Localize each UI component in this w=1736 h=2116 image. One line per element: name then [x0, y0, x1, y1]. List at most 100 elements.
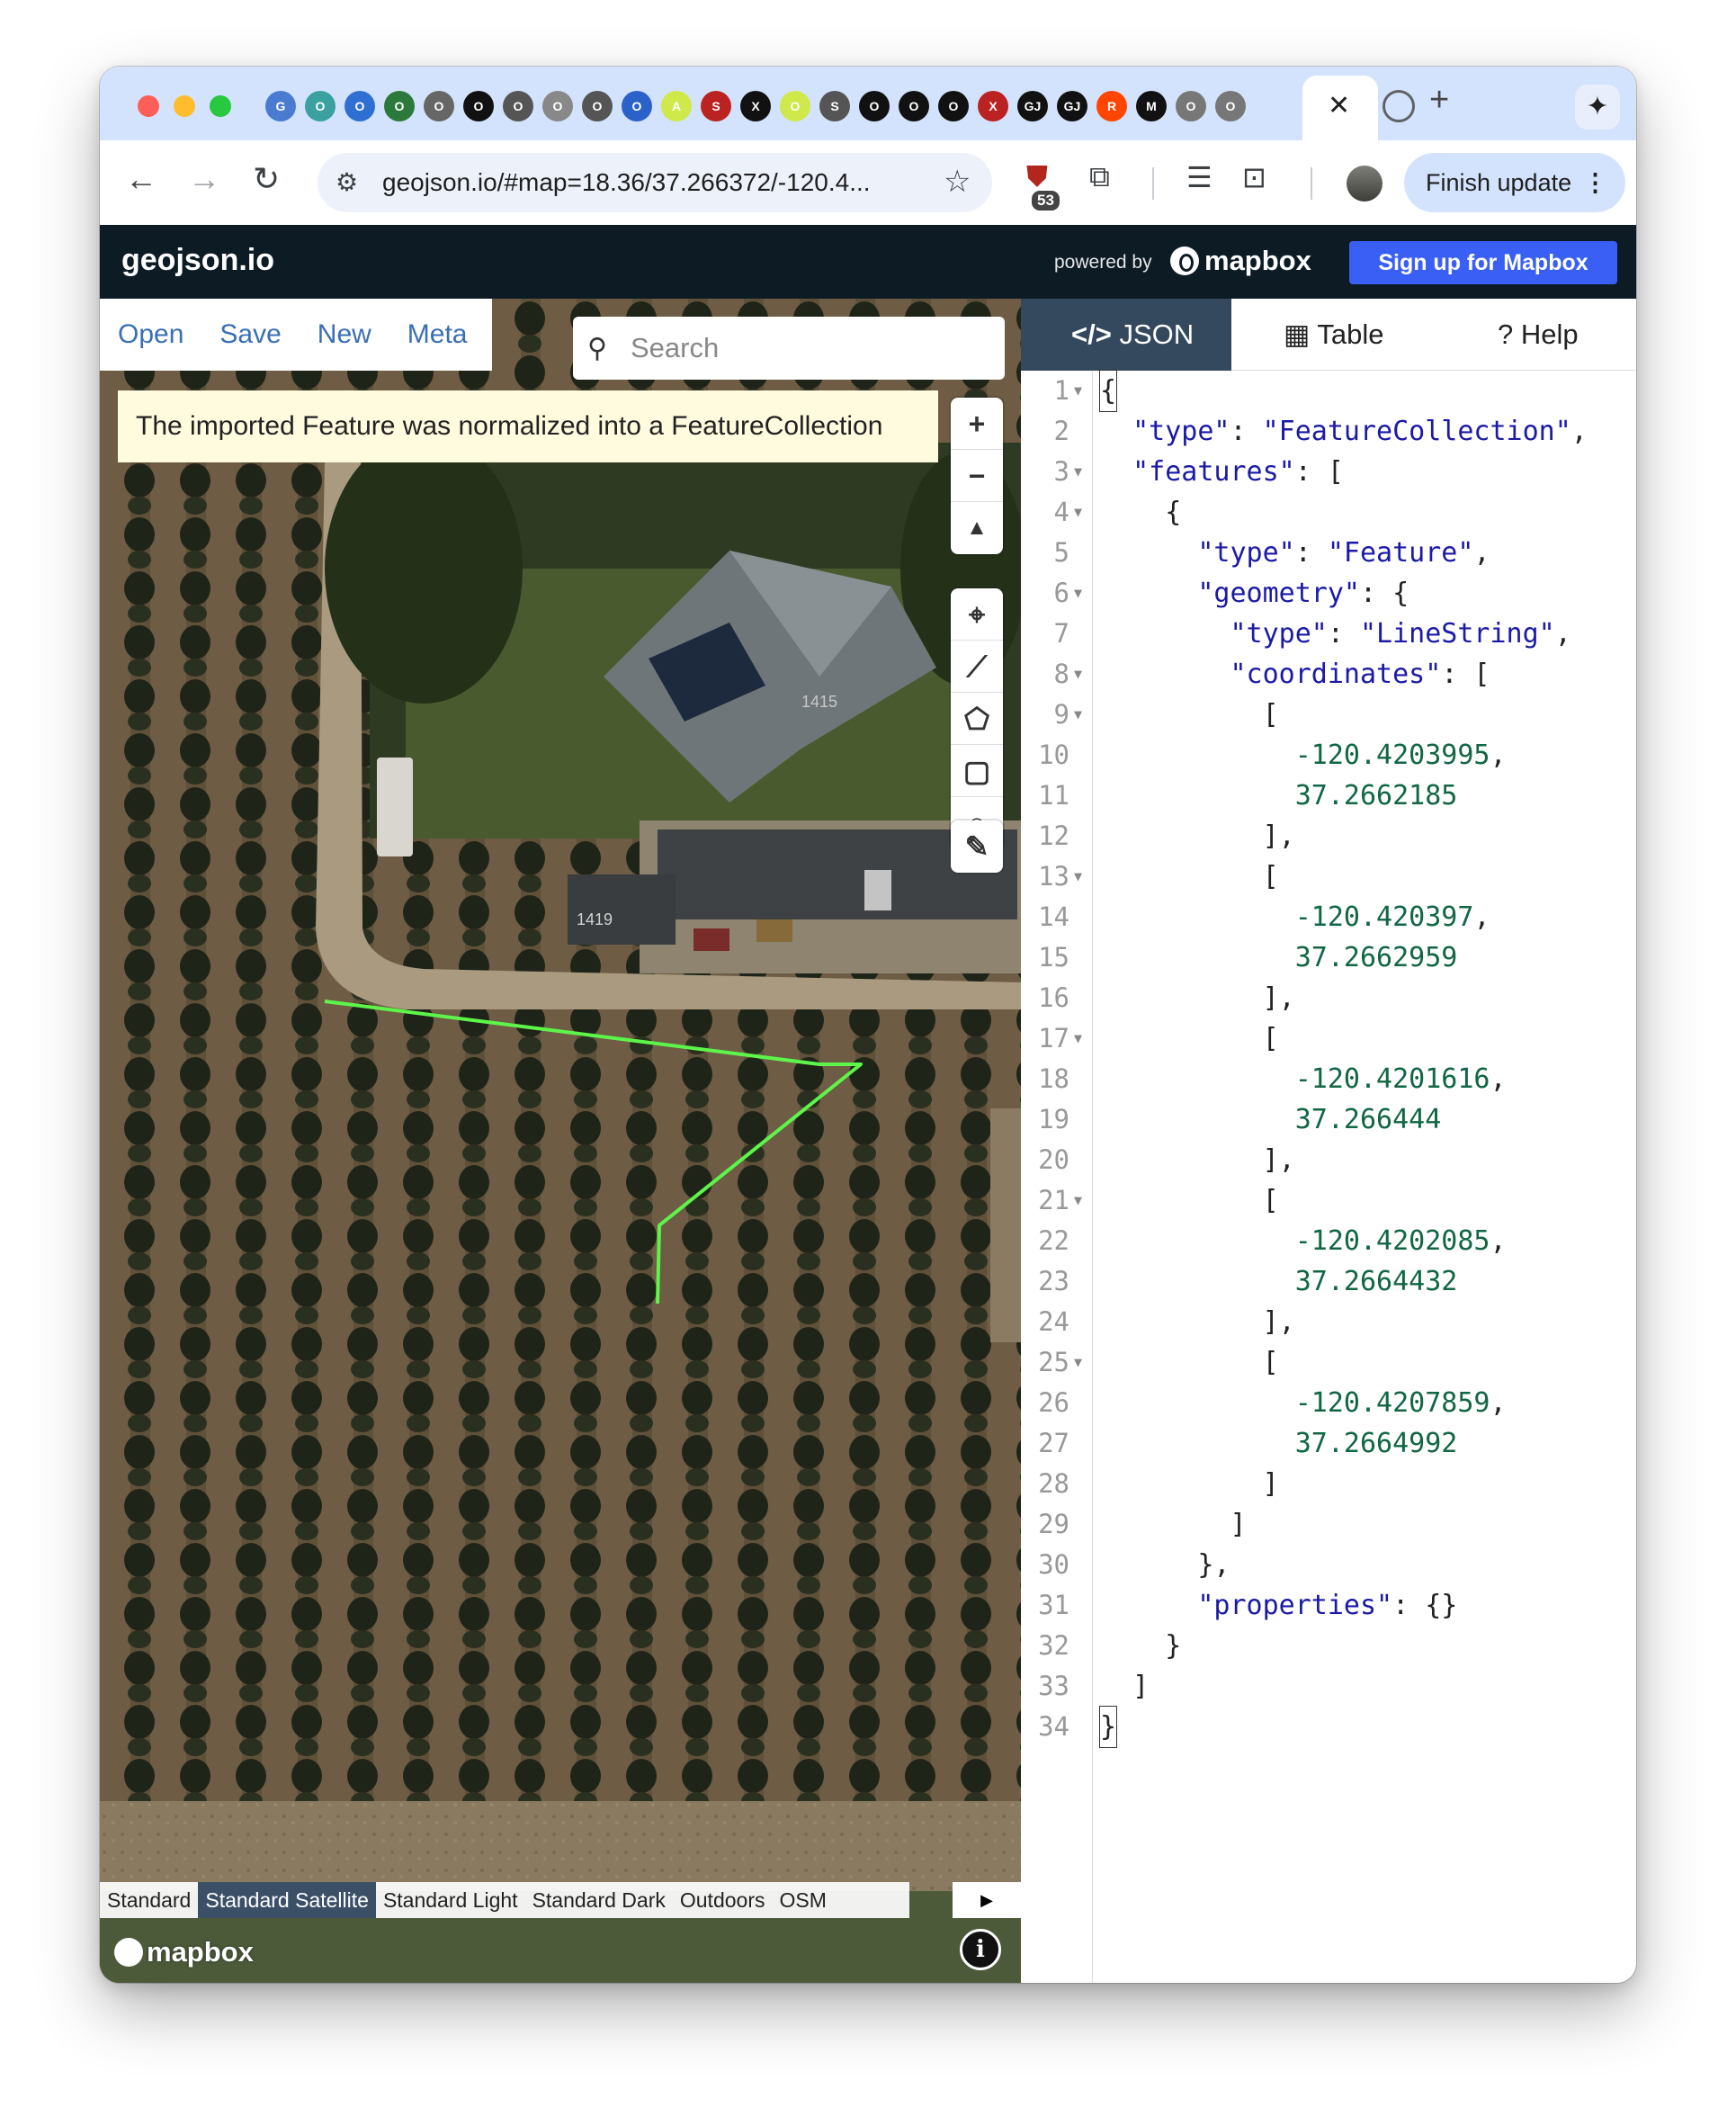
pinned-tab-favicon[interactable]: O	[899, 91, 929, 121]
pinned-tab-favicon[interactable]: S	[819, 91, 850, 121]
code-line[interactable]: 3 ▼ "features": [	[1021, 452, 1636, 492]
fold-toggle-icon[interactable]: ▼	[1074, 573, 1082, 614]
pinned-tab-favicon[interactable]: M	[1136, 91, 1167, 121]
pinned-tab-favicon[interactable]: O	[582, 91, 613, 121]
code-line[interactable]: 34}	[1021, 1706, 1636, 1748]
fold-toggle-icon[interactable]: ▼	[1074, 1180, 1082, 1221]
url-text[interactable]: geojson.io/#map=18.36/37.266372/-120.4..…	[382, 168, 871, 197]
zoom-in-button[interactable]: +	[951, 398, 1003, 450]
finish-update-button[interactable]: Finish update ⋮	[1404, 153, 1625, 212]
site-settings-icon[interactable]: ⚙	[336, 167, 358, 197]
search-input[interactable]	[631, 326, 990, 371]
code-line[interactable]: 19 37.266444	[1021, 1099, 1636, 1140]
code-line[interactable]: 29 ]	[1021, 1504, 1636, 1545]
pinned-tab-favicon[interactable]: O	[542, 91, 573, 121]
pinned-tab-favicon[interactable]: A	[661, 91, 692, 121]
map-style-option[interactable]: Standard Dark	[525, 1882, 673, 1918]
active-tab[interactable]: ✕	[1302, 76, 1378, 140]
pinned-tab-favicon[interactable]: O	[463, 91, 494, 121]
pinned-tab-favicon[interactable]: O	[424, 91, 454, 121]
code-line[interactable]: 31 "properties": {}	[1021, 1585, 1636, 1626]
gemini-icon[interactable]: ✦	[1575, 85, 1620, 130]
code-line[interactable]: 21 ▼ [	[1021, 1180, 1636, 1221]
pinned-tab-favicon[interactable]: O	[345, 91, 375, 121]
profile-avatar[interactable]	[1347, 166, 1383, 202]
code-line[interactable]: 33 ]	[1021, 1666, 1636, 1707]
draw-rectangle-icon[interactable]: ▢	[951, 745, 1003, 797]
code-line[interactable]: 26 -120.4207859,	[1021, 1383, 1636, 1423]
map-canvas[interactable]: 1415 1419 Open Save New Meta ⚲ Search Th…	[100, 299, 1021, 1983]
fold-toggle-icon[interactable]: ▼	[1074, 654, 1082, 695]
close-window-button[interactable]	[138, 95, 159, 117]
code-line[interactable]: 14 -120.420397,	[1021, 897, 1636, 937]
code-line[interactable]: 9 ▼ [	[1021, 695, 1636, 735]
code-line[interactable]: 25 ▼ [	[1021, 1342, 1636, 1383]
linestring-path[interactable]	[324, 1000, 863, 1305]
draw-polygon-icon[interactable]: ⬠	[951, 693, 1003, 745]
code-line[interactable]: 18 -120.4201616,	[1021, 1059, 1636, 1099]
code-line[interactable]: 2 "type": "FeatureCollection",	[1021, 411, 1636, 452]
minimize-window-button[interactable]	[174, 95, 195, 117]
draw-line-icon[interactable]: ⟋	[951, 641, 1003, 693]
pinned-tab-favicon[interactable]: S	[701, 91, 731, 121]
more-vertical-icon[interactable]: ⋮	[1583, 153, 1607, 212]
mapbox-attribution-logo[interactable]: mapbox	[114, 1936, 254, 1968]
code-line[interactable]: 30 },	[1021, 1545, 1636, 1585]
forward-icon[interactable]: →	[188, 160, 220, 198]
code-line[interactable]: 15 37.2662959	[1021, 937, 1636, 978]
code-line[interactable]: 23 37.2664432	[1021, 1261, 1636, 1302]
code-line[interactable]: 16 ],	[1021, 978, 1636, 1018]
code-line[interactable]: 20 ],	[1021, 1140, 1636, 1180]
pinned-tab-favicon[interactable]: G	[265, 91, 296, 121]
code-line[interactable]: 12 ],	[1021, 816, 1636, 856]
back-icon[interactable]: ←	[125, 160, 157, 198]
fold-toggle-icon[interactable]: ▼	[1074, 695, 1082, 735]
code-line[interactable]: 17 ▼ [	[1021, 1018, 1636, 1059]
extensions-puzzle-icon[interactable]: ⧉	[1089, 160, 1110, 194]
info-icon[interactable]: i	[960, 1929, 1001, 1970]
code-line[interactable]: 32 }	[1021, 1626, 1636, 1666]
bookmark-star-icon[interactable]: ☆	[944, 164, 971, 200]
pinned-tab-favicon[interactable]: O	[938, 91, 969, 121]
map-style-option[interactable]: OSM	[772, 1882, 833, 1918]
tab-search-icon[interactable]: ⊡	[1242, 160, 1266, 194]
tab-table[interactable]: ▦ Table	[1284, 299, 1383, 371]
pinned-tab-favicon[interactable]: R	[1096, 91, 1127, 121]
code-line[interactable]: 13 ▼ [	[1021, 856, 1636, 897]
code-line[interactable]: 5 "type": "Feature",	[1021, 533, 1636, 573]
shield-extension-icon[interactable]: ⛊	[1026, 160, 1048, 194]
fold-toggle-icon[interactable]: ▼	[1074, 492, 1082, 533]
pinned-tab-favicon[interactable]: O	[384, 91, 415, 121]
code-line[interactable]: 27 37.2664992	[1021, 1423, 1636, 1464]
fold-toggle-icon[interactable]: ▼	[1074, 1018, 1082, 1059]
pinned-tab-favicon[interactable]: O	[503, 91, 533, 121]
code-line[interactable]: 4 ▼ {	[1021, 492, 1636, 533]
pinned-tab-favicon[interactable]: O	[1215, 91, 1246, 121]
globe-tab-icon[interactable]	[1383, 90, 1415, 122]
menu-save[interactable]: Save	[219, 319, 281, 350]
tab-help[interactable]: ? Help	[1498, 299, 1579, 371]
pinned-tab-favicon[interactable]: O	[780, 91, 810, 121]
style-scroll-right-icon[interactable]: ▶	[953, 1882, 1021, 1918]
fold-toggle-icon[interactable]: ▼	[1074, 1342, 1082, 1383]
code-line[interactable]: 6 ▼ "geometry": {	[1021, 573, 1636, 614]
pinned-tab-favicon[interactable]: GJ	[1017, 91, 1048, 121]
menu-new[interactable]: New	[318, 319, 371, 350]
fold-toggle-icon[interactable]: ▼	[1074, 371, 1082, 411]
pinned-tab-favicon[interactable]: O	[622, 91, 652, 121]
pinned-tab-favicon[interactable]: O	[1176, 91, 1206, 121]
menu-open[interactable]: Open	[118, 319, 183, 350]
linestring-feature[interactable]	[100, 299, 1021, 1983]
pinned-tab-favicon[interactable]: O	[305, 91, 336, 121]
code-line[interactable]: 28 ]	[1021, 1464, 1636, 1504]
draw-point-icon[interactable]: ⌖	[951, 588, 1003, 641]
pinned-tab-favicon[interactable]: GJ	[1057, 91, 1087, 121]
compass-button[interactable]: ▲	[951, 502, 1003, 554]
map-style-option[interactable]: Standard Light	[376, 1882, 525, 1918]
code-line[interactable]: 10 -120.4203995,	[1021, 735, 1636, 776]
edit-features-icon[interactable]: ✎	[951, 820, 1003, 873]
map-style-option[interactable]: Outdoors	[673, 1882, 773, 1918]
zoom-out-button[interactable]: −	[951, 450, 1003, 502]
close-tab-icon[interactable]: ✕	[1328, 90, 1350, 121]
fold-toggle-icon[interactable]: ▼	[1074, 856, 1082, 897]
